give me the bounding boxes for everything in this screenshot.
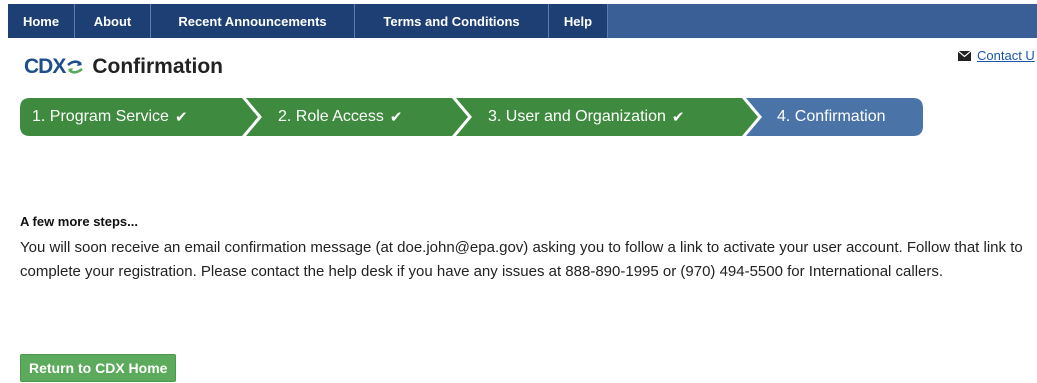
checkmark-icon: ✔ bbox=[671, 109, 685, 126]
registration-progress: 1. Program Service ✔ 2. Role Access ✔ 3.… bbox=[20, 98, 1020, 136]
contact-us-link[interactable]: Contact U bbox=[977, 48, 1035, 63]
return-to-cdx-home-button[interactable]: Return to CDX Home bbox=[20, 354, 177, 382]
nav-help[interactable]: Help bbox=[549, 4, 608, 38]
step-confirmation[interactable]: 4. Confirmation bbox=[777, 98, 886, 136]
nav-terms-and-conditions[interactable]: Terms and Conditions bbox=[355, 4, 549, 38]
envelope-icon bbox=[958, 50, 971, 61]
contact-link-area[interactable]: Contact U bbox=[958, 48, 1035, 63]
checkmark-icon: ✔ bbox=[174, 109, 188, 126]
page-header: CDX Confirmation bbox=[24, 52, 223, 82]
nav-about[interactable]: About bbox=[75, 4, 151, 38]
cdx-logo-text: CDX bbox=[24, 55, 66, 78]
top-navigation: Home About Recent Announcements Terms an… bbox=[8, 4, 1037, 38]
step-2-label: 2. Role Access bbox=[278, 108, 384, 125]
cdx-logo[interactable]: CDX bbox=[24, 55, 84, 79]
section-heading: A few more steps... bbox=[20, 214, 138, 229]
confirmation-message: You will soon receive an email confirmat… bbox=[20, 239, 1023, 280]
step-role-access[interactable]: 2. Role Access ✔ bbox=[278, 98, 402, 136]
arrows-exchange-icon bbox=[67, 60, 84, 74]
nav-home[interactable]: Home bbox=[8, 4, 75, 38]
page-title: Confirmation bbox=[92, 55, 223, 78]
step-user-and-organization[interactable]: 3. User and Organization ✔ bbox=[488, 98, 684, 136]
step-1-label: 1. Program Service bbox=[32, 108, 169, 125]
step-program-service[interactable]: 1. Program Service ✔ bbox=[32, 98, 188, 136]
nav-recent-announcements[interactable]: Recent Announcements bbox=[151, 4, 355, 38]
step-3-label: 3. User and Organization bbox=[488, 108, 666, 125]
checkmark-icon: ✔ bbox=[389, 109, 403, 126]
step-4-label: 4. Confirmation bbox=[777, 108, 886, 125]
